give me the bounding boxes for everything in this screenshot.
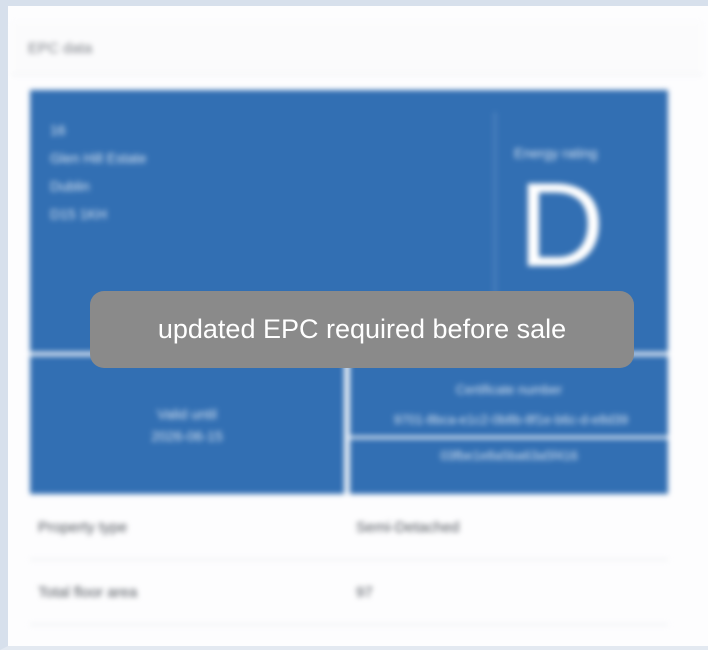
- panel-title: EPC data: [28, 40, 93, 57]
- toast-notification: updated EPC required before sale: [90, 291, 634, 368]
- certificate-block: Certificate number 9701-8bca-e1c2-0b8b-8…: [350, 356, 668, 494]
- address-line: Glen Hill Estate: [50, 150, 147, 166]
- divider: [350, 436, 668, 439]
- row-value: 97: [356, 584, 373, 601]
- valid-until: Valid until 2026-06-15: [30, 356, 344, 494]
- row-value: Semi-Detached: [356, 519, 460, 536]
- address-line: 16: [50, 122, 66, 138]
- energy-rating-letter: D: [518, 158, 605, 292]
- valid-until-date: 2026-06-15: [151, 428, 223, 444]
- panel-heading: EPC data: [12, 22, 702, 75]
- certificate-number-continued: 03fbe1e8a5ba63a5f416: [440, 448, 578, 463]
- valid-until-label: Valid until: [157, 406, 217, 422]
- property-address: 16 Glen Hill Estate Dublin D15 1KH: [50, 116, 146, 228]
- row-key: Total floor area: [38, 584, 138, 601]
- property-type-row: Property type Semi-Detached: [30, 497, 668, 560]
- floor-area-row: Total floor area 97: [30, 562, 668, 625]
- address-line: D15 1KH: [50, 206, 107, 222]
- toast-message: updated EPC required before sale: [157, 314, 567, 344]
- address-line: Dublin: [50, 178, 90, 194]
- row-key: Property type: [38, 519, 128, 536]
- certificate-number: 9701-8bca-e1c2-0b8b-8f1e-b6c-d-e8d39: [393, 412, 629, 427]
- certificate-label: Certificate number: [455, 382, 563, 397]
